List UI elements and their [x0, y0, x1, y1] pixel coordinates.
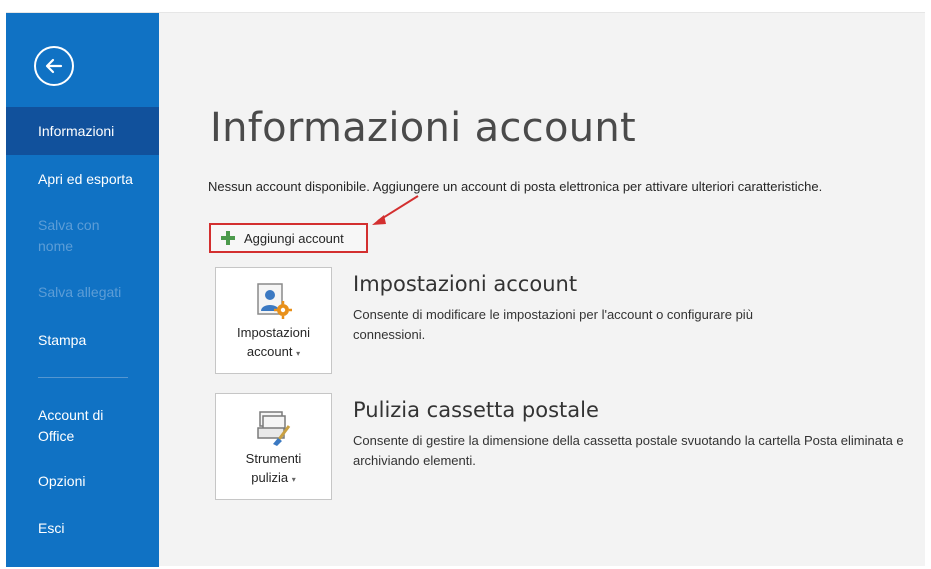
tile-label: Strumenti [245, 451, 302, 466]
add-account-label: Aggiungi account [244, 230, 344, 246]
sidebar-item-label: Salva con nome [38, 217, 100, 254]
caret-down-icon: ▾ [296, 349, 301, 358]
sidebar-item-label: Opzioni [38, 473, 86, 489]
caret-down-icon: ▾ [291, 475, 296, 484]
section-title: Impostazioni account [353, 272, 578, 296]
plus-icon [221, 231, 235, 245]
annotation-arrow [372, 195, 419, 225]
sidebar-item-stampa[interactable]: Stampa [6, 330, 159, 351]
sidebar-item-apri-esporta[interactable]: Apri ed esporta [6, 169, 159, 190]
add-account-button[interactable]: Aggiungi account [209, 223, 368, 253]
tile-label-line2: account ▾ [246, 344, 301, 359]
sidebar-item-salva-allegati: Salva allegati [6, 282, 159, 303]
sidebar-item-label: Account di Office [38, 407, 104, 444]
cleanup-tools-tile[interactable]: Strumenti pulizia ▾ [215, 393, 332, 500]
back-button[interactable] [34, 46, 74, 86]
sidebar-item-label: Stampa [38, 332, 87, 348]
section-title: Pulizia cassetta postale [353, 398, 599, 422]
tile-label-line2: pulizia ▾ [251, 470, 296, 485]
account-settings-icon [257, 283, 292, 319]
tile-label: Impostazioni [237, 325, 310, 340]
sidebar-item-esci[interactable]: Esci [6, 518, 159, 539]
sidebar-item-account-office[interactable]: Account di Office [6, 405, 136, 447]
sidebar-item-salva-con-nome: Salva con nome [6, 215, 126, 257]
section-description: Consente di gestire la dimensione della … [353, 433, 904, 468]
section-description: Consente di modificare le impostazioni p… [353, 307, 753, 342]
backstage-view: Informazioni Apri ed esporta Salva con n… [6, 12, 925, 567]
back-arrow-icon [45, 58, 63, 74]
sidebar-item-label: Informazioni [38, 122, 115, 139]
sidebar-item-label: Apri ed esporta [38, 171, 133, 187]
account-settings-tile[interactable]: Impostazioni account ▾ [215, 267, 332, 374]
page-title: Informazioni account [210, 105, 637, 151]
cleanup-tools-icon [257, 411, 291, 446]
backstage-sidebar: Informazioni Apri ed esporta Salva con n… [6, 13, 159, 567]
sidebar-item-informazioni[interactable]: Informazioni [6, 107, 159, 155]
no-account-notice: Nessun account disponibile. Aggiungere u… [208, 179, 823, 194]
sidebar-item-opzioni[interactable]: Opzioni [6, 471, 159, 492]
sidebar-item-label: Salva allegati [38, 284, 122, 300]
sidebar-divider [38, 377, 128, 378]
sidebar-item-label: Esci [38, 520, 65, 536]
